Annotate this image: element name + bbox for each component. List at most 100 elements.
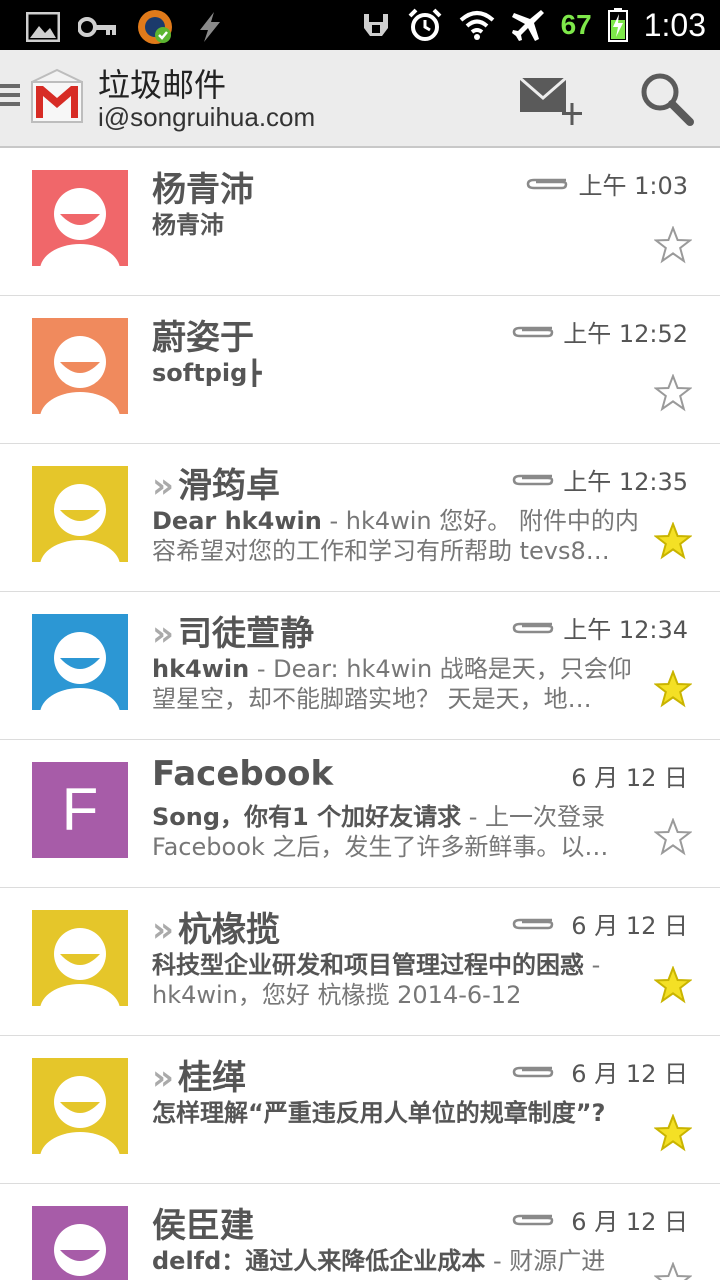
default-person-icon (54, 1224, 106, 1276)
email-subject: Song，你有1 个加好友请求 (152, 803, 462, 831)
email-subject: hk4win (152, 655, 250, 683)
attachment-icon (512, 326, 554, 338)
email-row[interactable]: 蔚姿于 上午 12:52 softpig┣ (0, 296, 720, 444)
email-row[interactable]: » 滑筠卓 上午 12:35 Dear hk4win - hk4win 您好。 附件中… (0, 444, 720, 592)
action-bar: 垃圾邮件 i@songruihua.com (0, 50, 720, 148)
account-email[interactable]: i@songruihua.com (98, 102, 315, 133)
folder-title: 垃圾邮件 (98, 66, 227, 104)
attachment-icon (512, 474, 554, 486)
email-time: 上午 1:03 (578, 172, 688, 200)
email-snippet: 怎样理解“严重违反用人单位的规章制度”? (152, 1098, 642, 1128)
email-time: 上午 12:35 (563, 468, 688, 496)
sender-name: » 桂缂 (152, 1050, 246, 1099)
vibrate-icon (363, 14, 388, 36)
sender-text: 侯臣建 (152, 1206, 254, 1246)
email-time: 上午 12:52 (563, 320, 688, 348)
wifi-icon (459, 11, 494, 40)
sender-avatar[interactable] (32, 318, 128, 414)
email-snippet: softpig┣ (152, 358, 642, 388)
sender-text: 杭椽揽 (177, 910, 280, 950)
default-person-icon (40, 632, 120, 710)
email-row[interactable]: » 桂缂 6 月 12 日怎样理解“严重违反用人单位的规章制度”? (0, 1036, 720, 1184)
status-bar: 67 1:03 (0, 0, 720, 50)
email-subject: delfd：通过人来降低企业成本 (152, 1247, 486, 1275)
default-person-icon (40, 188, 120, 266)
email-subject: Dear hk4win (152, 507, 322, 535)
forwarded-icon: » (152, 614, 174, 654)
gmail-logo[interactable] (28, 68, 86, 126)
sender-name: » 司徒萱静 (152, 606, 314, 655)
sender-avatar[interactable] (32, 466, 128, 562)
sender-name: 蔚姿于 (152, 310, 254, 359)
star-outline-icon[interactable] (654, 226, 692, 264)
email-subject: 怎样理解“严重违反用人单位的规章制度”? (152, 1099, 606, 1127)
gallery-notification-icon (26, 12, 60, 42)
usb-debug-icon (200, 12, 220, 42)
default-person-icon (40, 928, 120, 1006)
sender-name: » 滑筠卓 (152, 458, 280, 507)
email-snippet: delfd：通过人来降低企业成本 - 财源广进 (152, 1246, 642, 1276)
sender-text: 滑筠卓 (177, 466, 280, 506)
star-filled-icon[interactable] (654, 522, 692, 560)
default-person-icon (40, 484, 120, 562)
compose-button[interactable] (518, 72, 584, 130)
sync-app-notification-icon (138, 10, 172, 44)
star-outline-icon[interactable] (654, 818, 692, 856)
email-time: 6 月 12 日 (571, 1060, 688, 1088)
key-notification-icon (78, 17, 116, 37)
email-row[interactable]: 侯臣建 6 月 12 日 delfd：通过人来降低企业成本 - 财源广进 (0, 1184, 720, 1280)
email-subject: 科技型企业研发和项目管理过程中的困惑 (152, 951, 584, 979)
sender-name: 侯臣建 (152, 1198, 254, 1247)
sender-text: 司徒萱静 (177, 614, 314, 654)
attachment-icon (512, 918, 554, 930)
email-time: 6 月 12 日 (571, 912, 688, 940)
email-time: 上午 12:34 (563, 616, 688, 644)
attachment-icon (512, 1214, 554, 1226)
email-row[interactable]: 杨青沛 上午 1:03 杨青沛 (0, 148, 720, 296)
sender-name: » 杭椽揽 (152, 902, 280, 951)
email-row[interactable]: » 杭椽揽 6 月 12 日科技型企业研发和项目管理过程中的困惑 - hk4win，… (0, 888, 720, 1036)
email-preview: - 财源广进 (485, 1247, 606, 1275)
status-clock: 1:03 (643, 6, 706, 43)
email-snippet: 杨青沛 (152, 210, 642, 240)
alarm-icon (408, 8, 441, 41)
battery-charging-icon (607, 8, 628, 42)
forwarded-icon: » (152, 1058, 174, 1098)
email-list: 杨青沛 上午 1:03 杨青沛 蔚姿于 上午 12:52 softpig┣» 滑筠卓 上午 1… (0, 148, 720, 1280)
sender-name: Facebook (152, 754, 333, 794)
sender-avatar[interactable]: F (32, 762, 128, 858)
search-button[interactable] (638, 70, 694, 126)
email-time: 6 月 12 日 (571, 764, 688, 792)
sender-avatar[interactable] (32, 1206, 128, 1280)
email-snippet: Dear hk4win - hk4win 您好。 附件中的内容希望对您的工作和学… (152, 506, 642, 566)
sender-text: 杨青沛 (152, 170, 254, 210)
forwarded-icon: » (152, 910, 174, 950)
sender-text: Facebook (152, 754, 334, 794)
email-row[interactable]: » 司徒萱静 上午 12:34 hk4win - Dear: hk4win 战略是天，… (0, 592, 720, 740)
airplane-mode-icon (511, 10, 544, 41)
drawer-indicator-icon[interactable] (0, 84, 20, 111)
default-person-icon (40, 336, 120, 414)
star-filled-icon[interactable] (654, 966, 692, 1004)
forwarded-icon: » (152, 466, 174, 506)
sender-avatar[interactable] (32, 614, 128, 710)
star-outline-icon[interactable] (654, 1262, 692, 1280)
sender-avatar[interactable] (32, 910, 128, 1006)
default-person-icon (40, 1076, 120, 1154)
star-filled-icon[interactable] (654, 1114, 692, 1152)
sender-text: 蔚姿于 (152, 318, 254, 358)
sender-avatar[interactable] (32, 1058, 128, 1154)
attachment-icon (526, 178, 568, 190)
sender-name: 杨青沛 (152, 162, 254, 211)
email-subject: 杨青沛 (152, 211, 224, 239)
email-time: 6 月 12 日 (571, 1208, 688, 1236)
sender-text: 桂缂 (177, 1058, 246, 1098)
star-outline-icon[interactable] (654, 374, 692, 412)
star-filled-icon[interactable] (654, 670, 692, 708)
avatar-letter: F (61, 776, 99, 843)
email-row[interactable]: F Facebook 6 月 12 日 Song，你有1 个加好友请求 - 上一次登录… (0, 740, 720, 888)
email-snippet: hk4win - Dear: hk4win 战略是天，只会仰望星空，却不能脚踏实… (152, 654, 642, 714)
email-snippet: 科技型企业研发和项目管理过程中的困惑 - hk4win，您好 杭椽揽 2014-… (152, 950, 642, 1010)
battery-percent: 67 (560, 9, 592, 40)
sender-avatar[interactable] (32, 170, 128, 266)
